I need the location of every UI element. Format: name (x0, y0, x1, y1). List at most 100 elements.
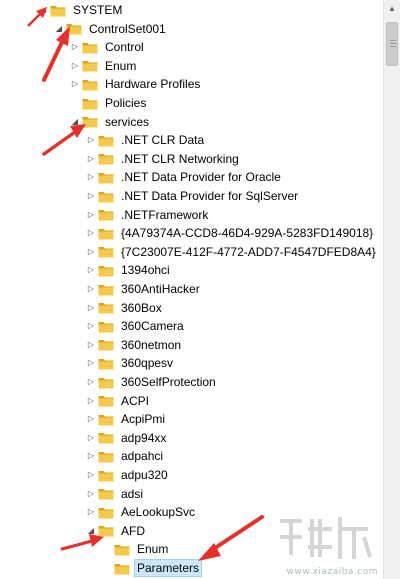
tree-node[interactable]: ◢ ControlSet001 (54, 20, 168, 38)
folder-icon (82, 78, 98, 91)
collapsed-triangle-icon[interactable]: ▷ (86, 280, 96, 298)
toggle-spacer (102, 540, 112, 558)
tree-node[interactable]: ▷ adpu320 (86, 466, 170, 484)
folder-icon (114, 543, 130, 556)
collapsed-triangle-icon[interactable]: ▷ (86, 317, 96, 335)
tree-node[interactable]: ▷ .NET CLR Networking (86, 150, 241, 168)
collapsed-triangle-icon[interactable]: ▷ (86, 168, 96, 186)
tree-node[interactable]: ▷ AeLookupSvc (86, 503, 197, 521)
folder-icon (98, 431, 114, 444)
collapsed-triangle-icon[interactable]: ▷ (86, 206, 96, 224)
expanded-triangle-icon[interactable]: ◢ (70, 113, 80, 131)
collapsed-triangle-icon[interactable]: ▷ (86, 299, 96, 317)
tree-node-label: Hardware Profiles (105, 77, 201, 92)
tree-node-label: {7C23007E-412F-4772-ADD7-F4547DFED8A4} (121, 244, 376, 259)
collapsed-triangle-icon[interactable]: ▷ (70, 38, 80, 56)
tree-node[interactable]: Policies (70, 94, 148, 112)
collapsed-triangle-icon[interactable]: ▷ (86, 354, 96, 372)
tree-node[interactable]: ▷ .NET CLR Data (86, 131, 206, 149)
tree-node[interactable]: ▷ 360qpesv (86, 354, 175, 372)
collapsed-triangle-icon[interactable]: ▷ (86, 392, 96, 410)
collapsed-triangle-icon[interactable]: ▷ (86, 187, 96, 205)
tree-node-label: 360netmon (121, 337, 182, 352)
collapsed-triangle-icon[interactable]: ▷ (86, 410, 96, 428)
tree-node-label: Policies (105, 96, 147, 110)
tree-node-label: .NET CLR Networking (121, 151, 239, 166)
folder-icon (98, 208, 114, 221)
folder-icon (50, 4, 66, 17)
vertical-scrollbar[interactable]: ▲ (383, 0, 400, 579)
tree-node[interactable]: ▷ 360SelfProtection (86, 373, 218, 391)
collapsed-triangle-icon[interactable]: ▷ (86, 373, 96, 391)
tree-node-label: .NET CLR Data (121, 133, 205, 148)
expanded-triangle-icon[interactable]: ◢ (54, 20, 64, 38)
collapsed-triangle-icon[interactable]: ▷ (86, 261, 96, 279)
tree-node-label: services (105, 114, 150, 129)
collapsed-triangle-icon[interactable]: ▷ (86, 336, 96, 354)
tree-node[interactable]: ▷ 360Box (86, 299, 164, 317)
tree-node[interactable]: ▷ ACPI (86, 392, 151, 410)
expanded-triangle-icon[interactable]: ◢ (38, 1, 48, 19)
tree-node[interactable]: ▷ .NET Data Provider for Oracle (86, 168, 283, 186)
tree-node[interactable]: ▷ 1394ohci (86, 261, 172, 279)
tree-node-label: .NET Data Provider for SqlServer (121, 189, 299, 203)
tree-node[interactable]: ◢ AFD (86, 522, 147, 540)
folder-icon (98, 134, 114, 147)
folder-icon (98, 152, 114, 165)
folder-icon (98, 376, 114, 389)
scroll-thumb[interactable] (386, 22, 398, 66)
collapsed-triangle-icon[interactable]: ▷ (70, 57, 80, 75)
scroll-up-arrow-icon[interactable]: ▲ (384, 0, 400, 17)
tree-node-label: adpahci (121, 449, 164, 464)
tree-node-label: 360Box (121, 300, 162, 315)
collapsed-triangle-icon[interactable]: ▷ (86, 150, 96, 168)
thumb-grip-line (390, 46, 396, 47)
folder-icon (98, 469, 114, 482)
tree-node[interactable]: ▷ .NET Data Provider for SqlServer (86, 187, 300, 205)
tree-node[interactable]: ▷ adp94xx (86, 429, 168, 447)
tree-node-label: Control (105, 40, 144, 55)
tree-node[interactable]: ▷ AcpiPmi (86, 410, 167, 428)
folder-icon (98, 283, 114, 296)
tree-node-label: AcpiPmi (121, 412, 166, 427)
folder-icon (98, 338, 114, 351)
collapsed-triangle-icon[interactable]: ▷ (86, 447, 96, 465)
collapsed-triangle-icon[interactable]: ▷ (86, 466, 96, 484)
collapsed-triangle-icon[interactable]: ▷ (86, 503, 96, 521)
folder-icon (82, 59, 98, 72)
collapsed-triangle-icon[interactable]: ▷ (86, 224, 96, 242)
tree-node[interactable]: ▷ .NETFramework (86, 206, 210, 224)
watermark-site-text: www.xiazaiba.com (286, 567, 378, 577)
collapsed-triangle-icon[interactable]: ▷ (86, 485, 96, 503)
tree-node[interactable]: Parameters (102, 559, 203, 577)
tree-node[interactable]: ▷ Enum (70, 57, 138, 75)
collapsed-triangle-icon[interactable]: ▷ (86, 243, 96, 261)
tree-node[interactable]: ▷ {7C23007E-412F-4772-ADD7-F4547DFED8A4} (86, 243, 378, 261)
tree-node-label: AFD (121, 523, 145, 538)
tree-node-label: .NET Data Provider for Oracle (121, 170, 281, 185)
tree-node[interactable]: ▷ 360Camera (86, 317, 186, 335)
tree-node[interactable]: ▷ adpahci (86, 447, 165, 465)
tree-node[interactable]: ▷ 360netmon (86, 336, 183, 354)
expanded-triangle-icon[interactable]: ◢ (86, 522, 96, 540)
tree-node[interactable]: ▷ 360AntiHacker (86, 280, 202, 298)
tree-node[interactable]: Enum (102, 540, 170, 558)
folder-icon (98, 524, 114, 537)
tree-node[interactable]: ▷ {4A79374A-CCD8-46D4-929A-5283FD149018} (86, 224, 375, 242)
tree-node-label: AeLookupSvc (121, 505, 196, 520)
collapsed-triangle-icon[interactable]: ▷ (86, 131, 96, 149)
tree-node-label: 1394ohci (121, 263, 170, 278)
tree-node-label: Enum (137, 542, 169, 557)
thumb-grip-line (390, 40, 396, 41)
tree-node-label: Enum (105, 58, 137, 73)
folder-icon (82, 41, 98, 54)
tree-node[interactable]: ▷ adsi (86, 485, 145, 503)
collapsed-triangle-icon[interactable]: ▷ (86, 429, 96, 447)
tree-node[interactable]: ◢ SYSTEM (38, 1, 124, 19)
tree-node[interactable]: ▷ Control (70, 38, 146, 56)
tree-node[interactable]: ◢ services (70, 113, 151, 131)
folder-icon (98, 487, 114, 500)
tree-node[interactable]: ▷ Hardware Profiles (70, 75, 202, 93)
folder-icon (98, 320, 114, 333)
collapsed-triangle-icon[interactable]: ▷ (70, 75, 80, 93)
